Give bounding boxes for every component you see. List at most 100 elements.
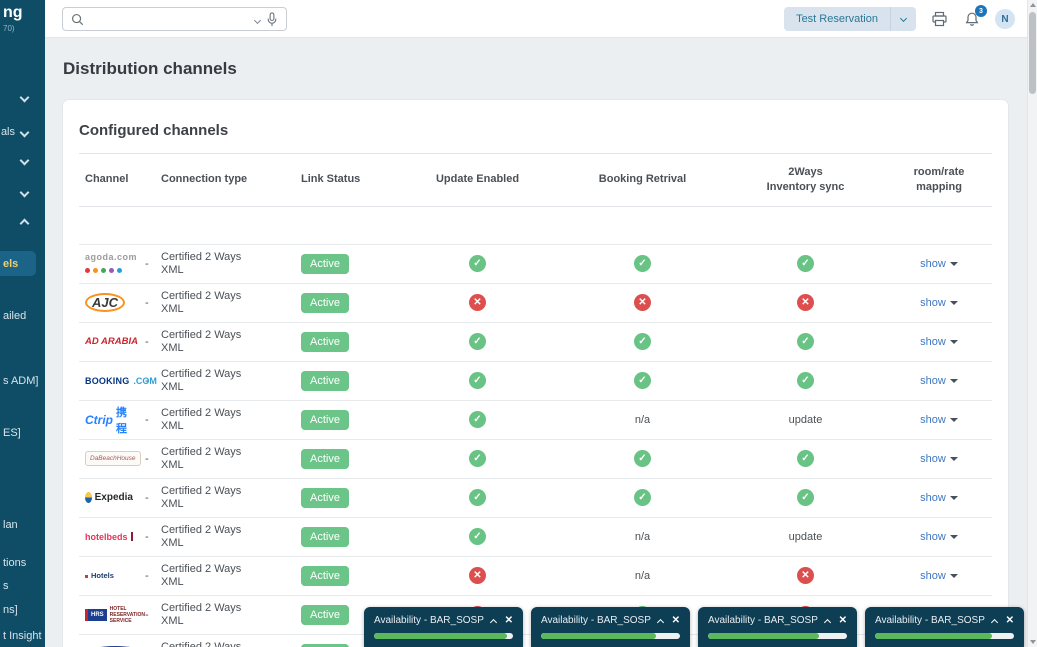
- update-enabled-cell: ✓: [395, 517, 560, 556]
- inventory-sync-cell: ✓: [725, 439, 886, 478]
- sidebar-item-distribution-channels-active[interactable]: els: [0, 251, 36, 276]
- status-text: update: [788, 530, 823, 543]
- update-enabled-cell: ✓: [395, 478, 560, 517]
- toast-notification: Availability - BAR_SOSP ✕: [698, 607, 857, 647]
- mapping-cell: show: [886, 322, 992, 361]
- show-dropdown[interactable]: show: [920, 492, 958, 504]
- sidebar-link-4[interactable]: lan: [3, 519, 18, 531]
- show-dropdown[interactable]: show: [920, 375, 958, 387]
- show-dropdown[interactable]: show: [920, 414, 958, 426]
- sidebar-item-3[interactable]: [15, 155, 30, 166]
- test-reservation-dropdown[interactable]: [890, 7, 916, 31]
- search-chevron-icon[interactable]: [253, 10, 262, 28]
- booking-retrival-cell: ✓: [560, 244, 725, 283]
- show-dropdown[interactable]: show: [920, 453, 958, 465]
- scroll-up-button[interactable]: [1028, 0, 1037, 10]
- channel-dash: -: [145, 335, 149, 348]
- update-enabled-cell: ✓: [395, 244, 560, 283]
- check-icon: ✓: [469, 489, 486, 507]
- update-enabled-cell: ✕: [395, 556, 560, 595]
- collapse-icon[interactable]: [489, 618, 497, 626]
- sidebar-link-6[interactable]: s: [3, 580, 9, 592]
- mapping-cell: show: [886, 478, 992, 517]
- search-input[interactable]: [90, 13, 249, 25]
- check-icon: ✓: [634, 255, 651, 273]
- link-status-cell: Active: [295, 556, 395, 595]
- print-button[interactable]: [929, 9, 949, 29]
- page-scrollbar[interactable]: [1027, 0, 1037, 647]
- avatar[interactable]: N: [995, 9, 1015, 29]
- show-dropdown[interactable]: show: [920, 336, 958, 348]
- sidebar-link-2[interactable]: s ADM]: [3, 375, 38, 387]
- page-title: Distribution channels: [63, 59, 237, 78]
- check-icon: ✓: [469, 333, 486, 351]
- caret-down-icon: [949, 417, 958, 422]
- collapse-icon[interactable]: [990, 618, 998, 626]
- channel-dash: -: [145, 569, 149, 582]
- connection-type-cell: Certified 2 WaysXML: [161, 523, 242, 549]
- sidebar-link-7[interactable]: ns]: [3, 604, 18, 616]
- main-content: Distribution channels Configured channel…: [45, 38, 1027, 647]
- status-badge: Active: [301, 526, 349, 547]
- sidebar-item-2[interactable]: als: [1, 126, 30, 138]
- caret-down-icon: [949, 534, 958, 539]
- sidebar-link-3[interactable]: ES]: [3, 427, 21, 439]
- collapse-icon[interactable]: [823, 618, 831, 626]
- header-link-status: Link Status: [301, 173, 361, 186]
- progress-fill: [374, 633, 508, 639]
- show-dropdown[interactable]: show: [920, 258, 958, 270]
- test-reservation-button[interactable]: Test Reservation: [784, 7, 890, 31]
- inventory-sync-cell: ✓: [725, 244, 886, 283]
- collapse-icon[interactable]: [656, 618, 664, 626]
- channel-logo-booking: BOOKING .COM: [85, 375, 157, 386]
- connection-type-cell: Certified 2 WaysXML: [161, 250, 242, 276]
- status-text: n/a: [634, 569, 651, 582]
- show-dropdown[interactable]: show: [920, 570, 958, 582]
- booking-retrival-cell: n/a: [560, 400, 725, 439]
- update-enabled-cell: ✓: [395, 439, 560, 478]
- progress-fill: [541, 633, 657, 639]
- close-icon[interactable]: ✕: [672, 615, 680, 626]
- table-row-aic: AJC - Certified 2 Ways XML Active ✕ ✕ ✕ show: [79, 283, 992, 323]
- sidebar-item-1[interactable]: [15, 92, 30, 103]
- show-dropdown[interactable]: show: [920, 531, 958, 543]
- sidebar-link-8[interactable]: t Insight: [3, 630, 42, 642]
- sidebar-link-1[interactable]: ailed: [3, 310, 26, 322]
- connection-type-cell: Certified 2 WaysXML: [161, 484, 242, 510]
- close-icon[interactable]: ✕: [505, 615, 513, 626]
- check-icon: ✓: [634, 489, 651, 507]
- notifications-button[interactable]: 3: [962, 5, 987, 29]
- close-icon[interactable]: ✕: [839, 615, 847, 626]
- header-booking-retrival: Booking Retrival: [598, 173, 687, 186]
- link-status-cell: Active: [295, 478, 395, 517]
- mapping-cell: show: [886, 400, 992, 439]
- header-update-enabled: Update Enabled: [435, 173, 520, 186]
- sidebar-item-5-expanded[interactable]: [15, 218, 30, 229]
- booking-retrival-cell: n/a: [560, 517, 725, 556]
- close-icon[interactable]: ✕: [1006, 615, 1014, 626]
- sidebar-item-4[interactable]: [15, 187, 30, 198]
- inventory-sync-cell: ✓: [725, 322, 886, 361]
- check-icon: ✓: [797, 255, 814, 273]
- search-box: [62, 7, 287, 31]
- status-badge: Active: [301, 487, 349, 508]
- booking-retrival-cell: ✕: [560, 283, 725, 322]
- connection-type-cell: Certified 2 WaysXML: [161, 445, 242, 471]
- app-logo[interactable]: ng: [3, 4, 23, 22]
- microphone-icon[interactable]: [266, 11, 278, 27]
- channel-logo-hrs: HRS HOTEL RESERVATION SERVICE: [85, 606, 145, 624]
- channel-dash: -: [139, 634, 155, 647]
- chevron-down-icon: [19, 92, 30, 103]
- show-dropdown[interactable]: show: [920, 297, 958, 309]
- link-status-cell: Active: [295, 283, 395, 322]
- progress-bar: [708, 633, 847, 639]
- scrollbar-thumb[interactable]: [1029, 12, 1036, 94]
- sidebar-link-5[interactable]: tions: [3, 557, 26, 569]
- progress-bar: [541, 633, 680, 639]
- inventory-sync-cell: ✓: [725, 478, 886, 517]
- scroll-down-button[interactable]: [1028, 637, 1037, 647]
- globe-icon: [85, 492, 92, 504]
- topbar: Test Reservation 3 N: [45, 0, 1027, 38]
- check-icon: ✓: [634, 372, 651, 390]
- table-row-ctrip: Ctrip 携程 - Certified 2 Ways XML Active ✓ n/a upd…: [79, 400, 992, 440]
